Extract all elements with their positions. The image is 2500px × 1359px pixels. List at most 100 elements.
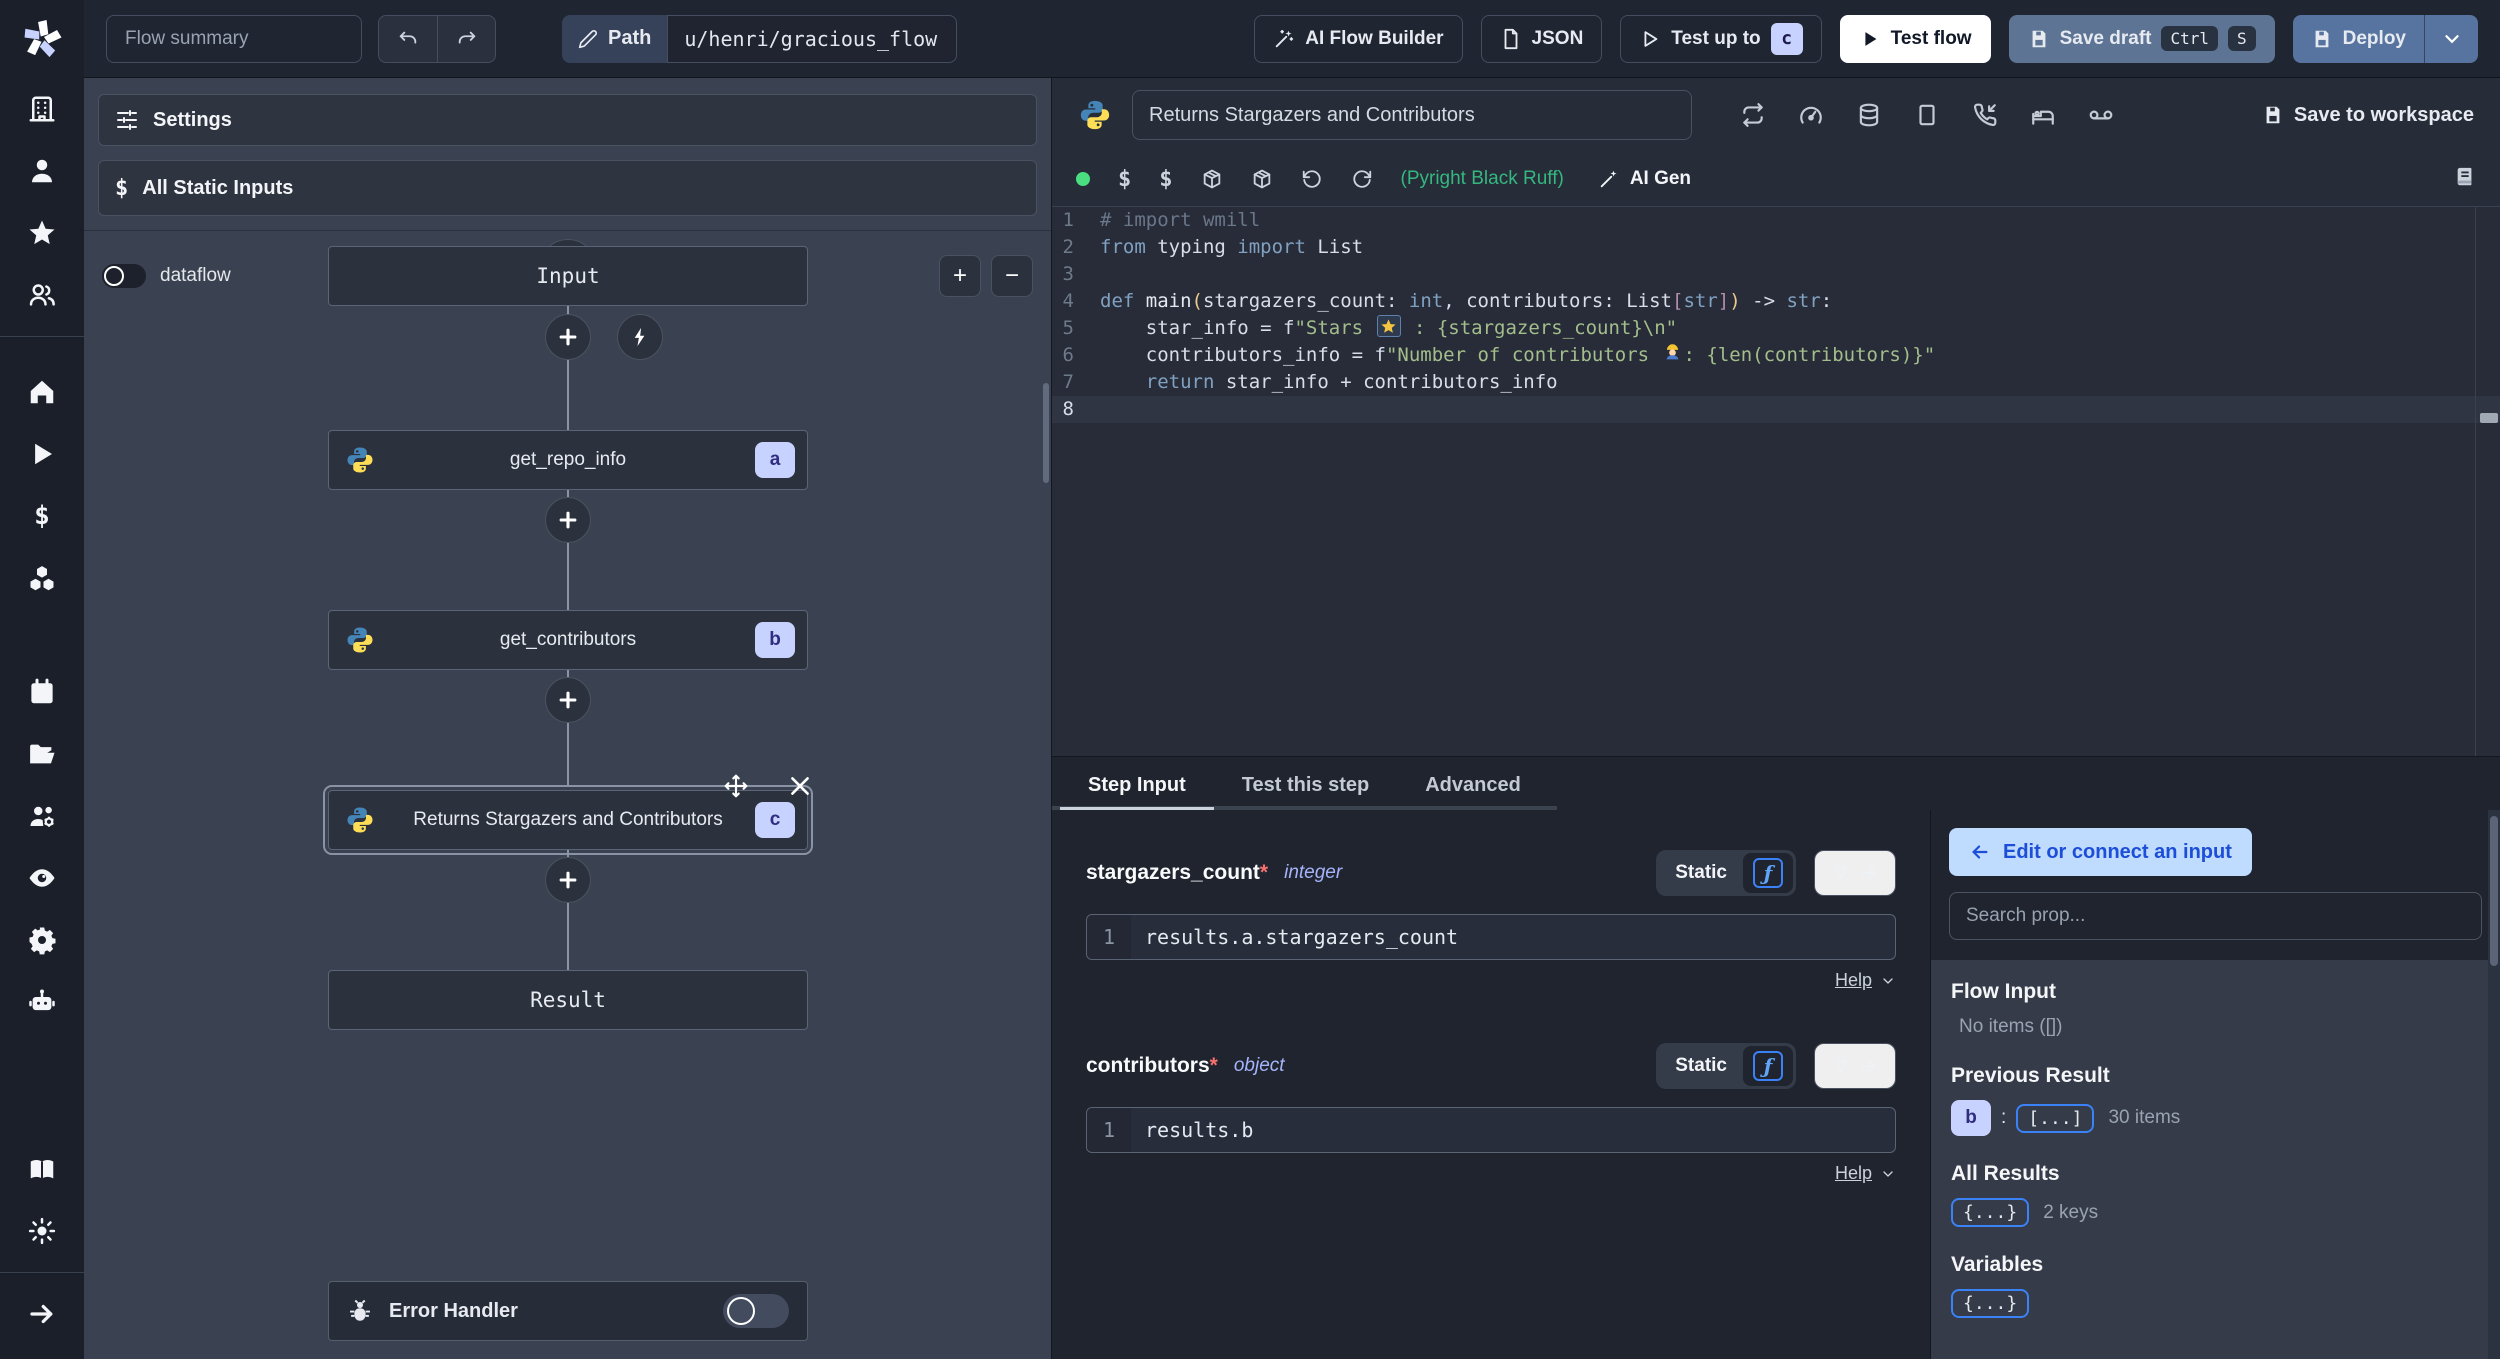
connect-input-button[interactable] [1814,850,1896,896]
graph-connector [567,730,569,790]
flow-panel-scrollbar[interactable] [1043,383,1049,483]
expand-value-chip[interactable]: [...] [2016,1103,2095,1133]
rotate-cw-icon[interactable] [1351,168,1373,190]
step-node-c[interactable]: Returns Stargazers and Contributors c [328,774,809,850]
input-node[interactable]: Input [328,246,808,306]
step-title-input[interactable] [1132,90,1692,140]
sidebar-item-boxes[interactable] [0,547,84,609]
sidebar-item-arrow-right[interactable] [0,1283,84,1345]
save-to-workspace-button[interactable]: Save to workspace [2262,104,2474,127]
static-mode-button[interactable]: Static [1659,862,1743,884]
tab-test-this-step[interactable]: Test this step [1214,762,1397,810]
sidebar-item-book[interactable] [0,1138,84,1200]
help-link[interactable]: Help [1835,970,1872,991]
gear-icon [29,927,56,955]
sidebar-item-user[interactable] [0,140,84,202]
bed-icon[interactable] [2030,102,2056,128]
code-line-5[interactable]: 5 star_info = f "Stars : {stargazers_coun… [1052,315,2500,342]
javascript-mode-button[interactable]: ƒ [1743,1046,1793,1086]
deploy-more-button[interactable] [2424,14,2478,63]
save-draft-button[interactable]: Save draft Ctrl S [2008,14,2275,63]
dollar-icon[interactable]: $ [1118,167,1131,192]
sidebar-item-play[interactable] [0,423,84,485]
sidebar-item-users[interactable] [0,264,84,326]
error-handler-node[interactable]: Error Handler [328,1281,808,1341]
trigger-button[interactable] [617,314,663,360]
sidebar-item-dollar[interactable]: $ [0,485,84,547]
code-line-8[interactable]: 8 [1052,396,2500,423]
code-line-2[interactable]: 2 from typing import List [1052,234,2500,261]
sidebar-item-bot[interactable] [0,971,84,1033]
redo-button[interactable] [437,15,495,62]
flow-settings-button[interactable]: Settings [98,94,1037,146]
repeat-icon[interactable] [1740,102,1766,128]
editor-docs-button[interactable] [2454,166,2476,193]
package-icon[interactable] [1251,168,1273,190]
delete-node-icon[interactable] [787,773,813,799]
connect-input-button[interactable] [1814,1043,1896,1089]
rotate-ccw-icon[interactable] [1301,168,1323,190]
all-static-inputs-button[interactable]: $ All Static Inputs [98,160,1037,216]
add-step-button[interactable] [545,857,591,903]
editor-scrollbar-thumb[interactable] [2480,413,2498,423]
sidebar-item-building[interactable] [0,78,84,140]
result-node[interactable]: Result [328,970,808,1030]
add-step-button[interactable] [545,497,591,543]
path-input[interactable]: u/henri/gracious_flow [667,14,958,63]
add-step-button[interactable] [545,677,591,723]
help-link[interactable]: Help [1835,1163,1872,1184]
sidebar-item-gear[interactable] [0,909,84,971]
sidebar-item-home[interactable] [0,361,84,423]
expr-editor-contributors[interactable]: 1 results.b [1086,1107,1896,1153]
sidebar-item-eye[interactable] [0,847,84,909]
search-prop-input[interactable] [1949,892,2482,940]
code-line-4[interactable]: 4 def main(stargazers_count: int, contrib… [1052,288,2500,315]
json-button[interactable]: JSON [1480,14,1603,63]
edit-or-connect-button[interactable]: Edit or connect an input [1949,828,2252,876]
code-line-1[interactable]: 1 # import wmill [1052,207,2500,234]
windmill-logo[interactable] [0,0,84,78]
undo-button[interactable] [379,16,437,62]
ai-gen-button[interactable]: AI Gen [1598,168,1691,190]
javascript-mode-button[interactable]: ƒ [1743,853,1793,893]
ai-flow-builder-button[interactable]: AI Flow Builder [1254,14,1463,63]
test-up-to-button[interactable]: Test up to c [1620,14,1822,63]
expand-value-chip[interactable]: {...} [1951,1289,2030,1318]
flow-summary-button[interactable]: Flow summary [106,14,362,63]
sidebar-item-sun[interactable] [0,1200,84,1262]
sidebar-item-folder-open[interactable] [0,723,84,785]
code-line-7[interactable]: 7 return star_info + contributors_info [1052,369,2500,396]
step-id-badge[interactable]: b [1951,1100,1991,1136]
step-node-b[interactable]: get_contributors b [328,610,808,670]
package-icon[interactable] [1201,168,1223,190]
expr-editor-stargazers_count[interactable]: 1 results.a.stargazers_count [1086,914,1896,960]
code-editor[interactable]: 1 # import wmill 2 from typing import List 3… [1052,206,2500,756]
sidebar-item-star[interactable] [0,202,84,264]
voicemail-icon[interactable] [2088,102,2114,128]
database-icon[interactable] [1856,102,1882,128]
phone-incoming-icon[interactable] [1972,102,1998,128]
code-line-3[interactable]: 3 [1052,261,2500,288]
tab-advanced[interactable]: Advanced [1397,762,1549,810]
static-mode-button[interactable]: Static [1659,1055,1743,1077]
deploy-button[interactable]: Deploy [2292,14,2424,63]
path-label[interactable]: Path [562,14,668,63]
code-line-6[interactable]: 6 contributors_info = f "Number of contri… [1052,342,2500,369]
code-assistants-label[interactable]: (Pyright Black Ruff) [1401,168,1564,190]
move-node-icon[interactable] [723,773,749,799]
topbar-actions: AI Flow Builder JSON Test up to c Test f… [1254,14,2478,63]
add-step-button[interactable] [545,314,591,360]
graph-connector [567,550,569,610]
props-scrollbar[interactable] [2488,810,2500,1359]
error-handler-toggle[interactable] [723,1294,789,1328]
sidebar-item-users-cog[interactable] [0,785,84,847]
step-node-a[interactable]: get_repo_info a [328,430,808,490]
test-flow-button[interactable]: Test flow [1839,14,1991,63]
gauge-icon[interactable] [1798,102,1824,128]
sidebar-item-calendar[interactable] [0,661,84,723]
dollar-icon[interactable]: $ [1159,167,1172,192]
expand-value-chip[interactable]: {...} [1951,1198,2030,1227]
tab-step-input[interactable]: Step Input [1060,762,1214,810]
square-icon[interactable] [1914,102,1940,128]
python-icon [347,807,373,833]
